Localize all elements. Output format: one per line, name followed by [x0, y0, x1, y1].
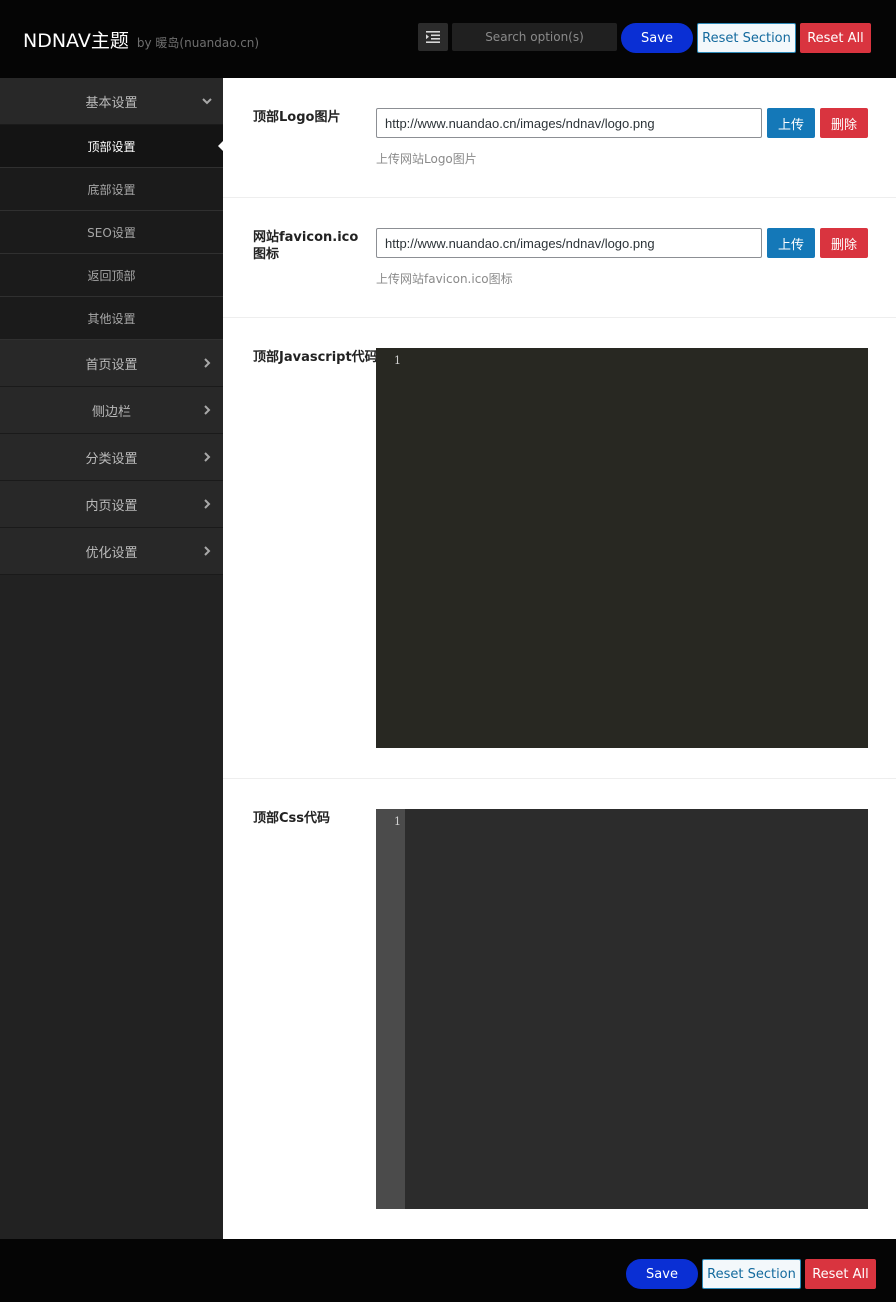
sidebar-item-inner-page-settings[interactable]: 内页设置	[0, 481, 223, 528]
chevron-right-icon	[204, 358, 211, 368]
footer-save-button[interactable]: Save	[626, 1259, 698, 1289]
favicon-field: 网站favicon.ico图标 上传 删除 上传网站favicon.ico图标	[223, 198, 896, 318]
logo-delete-button[interactable]: 删除	[820, 108, 868, 138]
brand-title: NDNAV主题	[23, 30, 129, 52]
brand: NDNAV主题 by 暖岛(nuandao.cn)	[23, 26, 259, 53]
line-number: 1	[394, 815, 401, 828]
js-code-field: 顶部Javascript代码 1	[223, 318, 896, 779]
logo-url-input[interactable]	[376, 108, 762, 138]
sidebar-item-label: 内页设置	[85, 498, 138, 514]
editor-gutter: 1	[376, 809, 405, 1209]
chevron-right-icon	[204, 405, 211, 415]
sidebar-subitem-label: 顶部设置	[87, 139, 136, 154]
sidebar-subitem-header-settings[interactable]: 顶部设置	[0, 125, 223, 168]
bottom-footer: Save Reset Section Reset All	[0, 1239, 896, 1302]
sidebar-subitem-seo-settings[interactable]: SEO设置	[0, 211, 223, 254]
sidebar-item-sidebar[interactable]: 侧边栏	[0, 387, 223, 434]
expand-all-button[interactable]	[418, 23, 448, 51]
logo-field: 顶部Logo图片 上传 删除 上传网站Logo图片	[223, 78, 896, 198]
favicon-upload-button[interactable]: 上传	[767, 228, 815, 258]
sidebar-subitem-footer-settings[interactable]: 底部设置	[0, 168, 223, 211]
sidebar-subitem-label: 其他设置	[87, 311, 136, 326]
top-header: NDNAV主题 by 暖岛(nuandao.cn) Save Reset Sec…	[0, 0, 896, 78]
logo-upload-button[interactable]: 上传	[767, 108, 815, 138]
sidebar-nav: 基本设置 顶部设置 底部设置 SEO设置 返回顶部 其他设置 首页设置 侧边栏 …	[0, 78, 223, 1239]
footer-reset-section-button[interactable]: Reset Section	[702, 1259, 801, 1289]
save-button[interactable]: Save	[621, 23, 693, 53]
sidebar-subitem-other-settings[interactable]: 其他设置	[0, 297, 223, 340]
sidebar-item-optimization-settings[interactable]: 优化设置	[0, 528, 223, 575]
chevron-down-icon	[202, 98, 212, 105]
brand-byline: by 暖岛(nuandao.cn)	[136, 36, 260, 50]
reset-all-button[interactable]: Reset All	[800, 23, 871, 53]
editor-gutter: 1	[376, 348, 405, 748]
favicon-field-label: 网站favicon.ico图标	[253, 230, 359, 262]
chevron-right-icon	[204, 452, 211, 462]
css-code-editor[interactable]: 1	[376, 809, 868, 1209]
logo-field-label: 顶部Logo图片	[253, 110, 341, 125]
sidebar-item-label: 首页设置	[85, 357, 138, 373]
sidebar-item-label: 基本设置	[85, 95, 138, 111]
line-number: 1	[394, 354, 401, 367]
list-indent-icon	[426, 31, 440, 43]
sidebar-item-home-settings[interactable]: 首页设置	[0, 340, 223, 387]
favicon-delete-button[interactable]: 删除	[820, 228, 868, 258]
js-code-label: 顶部Javascript代码	[253, 350, 378, 365]
search-input[interactable]	[452, 23, 617, 51]
sidebar-item-label: 分类设置	[85, 451, 138, 467]
css-code-label: 顶部Css代码	[253, 811, 331, 826]
reset-section-button[interactable]: Reset Section	[697, 23, 796, 53]
sidebar-subitem-back-to-top[interactable]: 返回顶部	[0, 254, 223, 297]
footer-reset-all-button[interactable]: Reset All	[805, 1259, 876, 1289]
sidebar-subitem-label: 底部设置	[87, 182, 136, 197]
sidebar-item-basic-settings[interactable]: 基本设置	[0, 78, 223, 125]
sidebar-item-label: 优化设置	[85, 545, 138, 561]
css-code-field: 顶部Css代码 1	[223, 779, 896, 1239]
js-code-editor[interactable]: 1	[376, 348, 868, 748]
logo-field-desc: 上传网站Logo图片	[376, 152, 477, 166]
favicon-field-desc: 上传网站favicon.ico图标	[376, 272, 513, 286]
options-content: 顶部Logo图片 上传 删除 上传网站Logo图片 网站favicon.ico图…	[223, 78, 896, 1239]
sidebar-item-category-settings[interactable]: 分类设置	[0, 434, 223, 481]
chevron-right-icon	[204, 499, 211, 509]
chevron-right-icon	[204, 546, 211, 556]
favicon-url-input[interactable]	[376, 228, 762, 258]
options-page: NDNAV主题 by 暖岛(nuandao.cn) Save Reset Sec…	[0, 0, 896, 1302]
sidebar-subitem-label: SEO设置	[87, 225, 136, 240]
sidebar-subitem-label: 返回顶部	[87, 268, 136, 283]
sidebar-item-label: 侧边栏	[91, 404, 131, 420]
